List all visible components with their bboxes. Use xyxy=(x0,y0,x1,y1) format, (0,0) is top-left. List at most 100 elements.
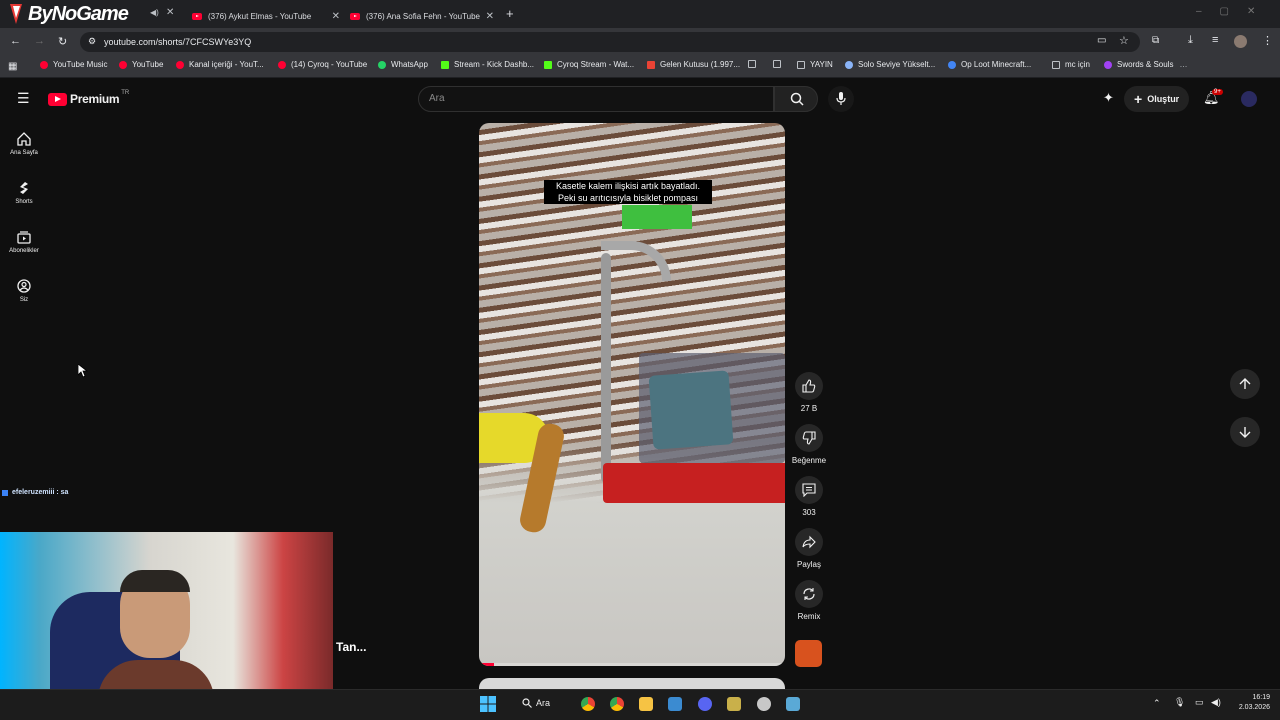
window-controls[interactable]: –▢✕ xyxy=(1196,6,1273,17)
bookmark-cyroq-youtube[interactable]: (14) Cyroq - YouTube xyxy=(278,60,367,69)
arrow-down-icon xyxy=(1239,427,1251,438)
account-circle-icon xyxy=(17,279,31,293)
youtube-icon xyxy=(278,60,286,69)
bookmark-op-loot[interactable]: Op Loot Minecraft... xyxy=(948,60,1031,69)
remix-button[interactable]: Remix xyxy=(793,580,825,621)
bookmark-solo-seviye[interactable]: Solo Seviye Yükselt... xyxy=(845,60,935,69)
bookmark-youtube-music[interactable]: YouTube Music xyxy=(40,60,108,69)
browser-menu-icon[interactable]: ⋮ xyxy=(1262,34,1273,47)
site-info-icon[interactable]: ⚙ xyxy=(88,36,96,47)
cast-icon[interactable]: ▭ xyxy=(1097,35,1106,46)
new-tab-icon[interactable]: + xyxy=(506,6,514,21)
bookmark-folder[interactable] xyxy=(748,60,761,68)
media-control-icon[interactable]: ≡ xyxy=(1212,34,1218,46)
bookmark-yayin[interactable]: YAYIN xyxy=(797,60,833,69)
youtube-icon xyxy=(192,12,202,20)
network-icon[interactable]: ▭ xyxy=(1195,697,1204,708)
close-tab-icon[interactable]: ✕ xyxy=(332,11,340,22)
bookmark-kick-dashboard[interactable]: Stream - Kick Dashb... xyxy=(441,60,534,69)
chat-badge-icon xyxy=(2,489,8,496)
bookmark-star-icon[interactable]: ☆ xyxy=(1119,34,1129,47)
nav-subscriptions[interactable]: Abonelikler xyxy=(0,230,48,254)
dislike-button[interactable]: Beğenme xyxy=(789,424,829,465)
previous-short-button[interactable] xyxy=(1230,369,1260,399)
caption-line-1: Kasetle kalem ilişkisi artık bayatladı. xyxy=(544,180,712,192)
bookmark-kanal-icerigi[interactable]: Kanal içeriği - YouT... xyxy=(176,60,264,69)
taskbar-search[interactable]: Ara xyxy=(522,698,550,708)
progress-bar[interactable] xyxy=(479,663,785,666)
folder-icon xyxy=(1052,60,1060,69)
volume-icon[interactable]: ◀) xyxy=(1211,697,1221,708)
gemini-icon[interactable]: ✦ xyxy=(1103,90,1114,106)
green-label-graphic xyxy=(622,205,692,229)
reload-icon[interactable]: ↻ xyxy=(58,35,67,48)
home-icon xyxy=(17,132,31,146)
tray-chevron-icon[interactable]: ⌃ xyxy=(1153,698,1161,709)
comments-button[interactable]: 303 xyxy=(793,476,825,517)
file-explorer-icon[interactable] xyxy=(639,697,653,711)
mute-tab-icon[interactable]: ◀) xyxy=(150,8,159,17)
audio-thumbnail[interactable] xyxy=(795,640,822,667)
extensions-icon[interactable]: ⧉ xyxy=(1152,35,1159,46)
bookmark-youtube[interactable]: YouTube xyxy=(119,60,163,69)
notification-badge: 9+ xyxy=(1212,89,1223,95)
back-icon[interactable]: ← xyxy=(10,35,21,47)
profile-avatar[interactable] xyxy=(1234,35,1247,48)
youtube-icon xyxy=(176,60,184,69)
comment-icon xyxy=(795,476,823,504)
like-count: 27 B xyxy=(800,404,818,413)
address-bar[interactable]: youtube.com/shorts/7CFCSWYe3YQ xyxy=(80,32,1140,52)
microphone-tray-icon[interactable]: 🎙︎ xyxy=(1174,697,1185,708)
windows-start-icon[interactable] xyxy=(480,696,496,712)
nav-shorts[interactable]: Shorts xyxy=(0,181,48,205)
bookmark-cyroq-stream[interactable]: Cyroq Stream - Wat... xyxy=(544,60,634,69)
folder-icon xyxy=(773,60,781,68)
app-taskbar-icon[interactable] xyxy=(786,697,800,711)
app-taskbar-icon[interactable] xyxy=(727,697,741,711)
youtube-logo[interactable]: Premium TR xyxy=(48,90,129,106)
folder-icon xyxy=(748,60,756,68)
tab-ana-sofia-fehn[interactable]: (376) Ana Sofia Fehn - YouTube ✕ xyxy=(344,4,500,28)
share-button[interactable]: Paylaş xyxy=(793,528,825,569)
menu-icon[interactable]: ☰ xyxy=(17,90,30,107)
bookmark-gelen-kutusu[interactable]: Gelen Kutusu (1.997... xyxy=(647,60,740,69)
dislike-icon xyxy=(795,424,823,452)
logo-overlay: ByNoGame xyxy=(6,2,129,26)
bookmark-overflow-icon[interactable]: … xyxy=(1179,60,1187,69)
subscriptions-icon xyxy=(17,231,31,244)
tab-label: (376) Aykut Elmas - YouTube xyxy=(208,11,312,21)
site-icon xyxy=(845,60,853,69)
like-button[interactable]: 27 B xyxy=(793,372,825,413)
close-tab-icon[interactable]: ✕ xyxy=(166,7,174,18)
chrome-taskbar-icon[interactable] xyxy=(610,697,624,711)
download-icon[interactable]: ⤓ xyxy=(1188,34,1193,47)
next-short-button[interactable] xyxy=(1230,417,1260,447)
chrome-taskbar-icon[interactable] xyxy=(581,697,595,711)
account-avatar[interactable] xyxy=(1241,91,1257,107)
apps-grid-icon[interactable]: ▦ xyxy=(8,61,17,72)
tab-aykut-elmas[interactable]: (376) Aykut Elmas - YouTube ✕ xyxy=(186,4,346,28)
search-button[interactable] xyxy=(774,86,818,112)
bookmark-mc-icin[interactable]: mc için xyxy=(1052,60,1090,69)
globe-icon xyxy=(948,60,956,69)
bookmark-whatsapp[interactable]: WhatsApp xyxy=(378,60,428,69)
app-taskbar-icon[interactable] xyxy=(757,697,771,711)
app-taskbar-icon[interactable] xyxy=(668,697,682,711)
nav-home[interactable]: Ana Sayfa xyxy=(0,132,48,156)
remix-label: Remix xyxy=(797,612,821,621)
discord-icon[interactable] xyxy=(698,697,712,711)
bookmark-folder[interactable] xyxy=(773,60,786,68)
forward-icon[interactable]: → xyxy=(34,35,45,47)
search-input[interactable]: Ara xyxy=(418,86,774,112)
create-button[interactable]: + Oluştur xyxy=(1124,86,1190,112)
tab-label: (376) Ana Sofia Fehn - YouTube xyxy=(366,11,481,21)
youtube-icon xyxy=(119,60,127,69)
shorts-icon xyxy=(20,182,28,194)
clock[interactable]: 16:19 2.03.2026 xyxy=(1230,693,1270,713)
close-tab-icon[interactable]: ✕ xyxy=(486,11,494,22)
voice-search-button[interactable] xyxy=(828,86,854,112)
bookmark-swords-souls[interactable]: Swords & Souls… xyxy=(1104,60,1187,69)
nav-you[interactable]: Siz xyxy=(0,279,48,303)
search-icon xyxy=(522,698,532,708)
shorts-video-player[interactable] xyxy=(479,123,785,666)
